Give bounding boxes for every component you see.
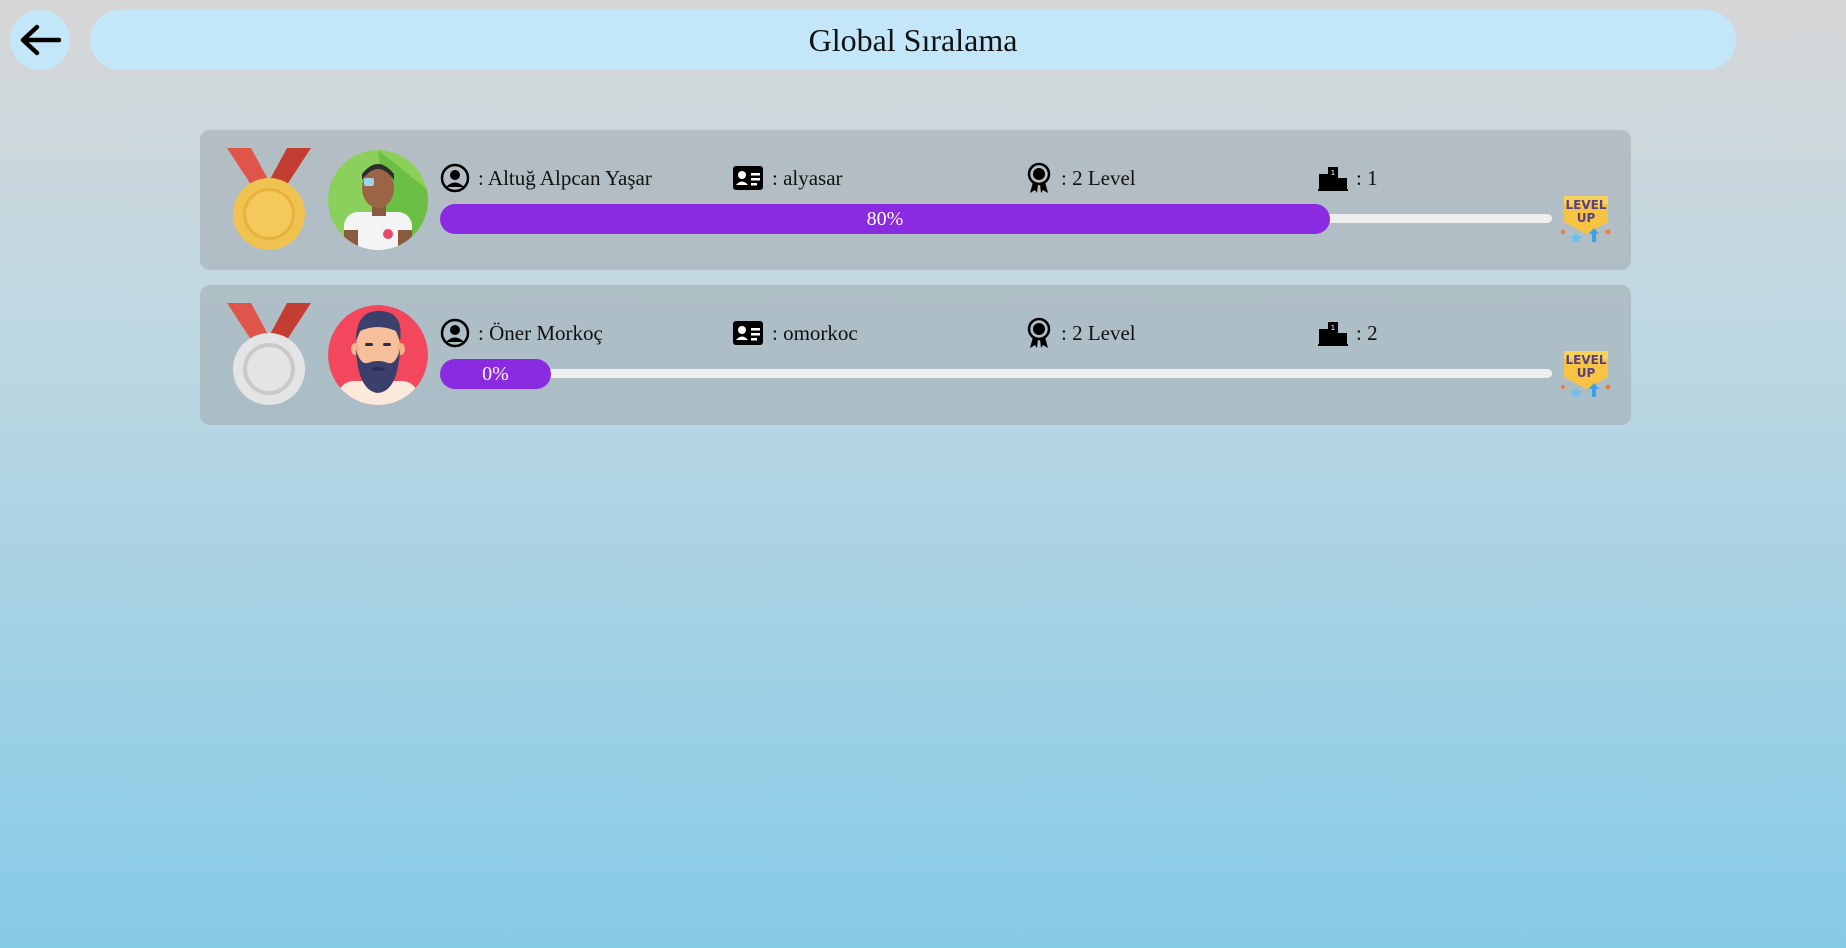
- player-rank-text: : 2: [1356, 320, 1378, 345]
- progress-label: 80%: [866, 207, 904, 230]
- award-ribbon-icon: [1027, 162, 1051, 193]
- id-card-icon: [733, 321, 763, 345]
- player-name-text: : Altuğ Alpcan Yaşar: [478, 165, 652, 190]
- player-username-text: : omorkoc: [772, 320, 858, 345]
- award-ribbon-icon: [1027, 317, 1051, 348]
- progress-label: 0%: [482, 362, 509, 385]
- player-name: : Altuğ Alpcan Yaşar: [440, 162, 652, 194]
- svg-text:LEVEL: LEVEL: [1566, 198, 1607, 212]
- player-username: : alyasar: [732, 162, 843, 194]
- player-level: : 2 Level: [1025, 317, 1136, 349]
- player-name-text: : Öner Morkoç: [478, 320, 603, 345]
- podium-icon: 1: [1318, 167, 1348, 191]
- player-rank: 1 : 2: [1318, 317, 1378, 349]
- player-level-text: : 2 Level: [1061, 320, 1136, 345]
- level-up-badge-icon: LEVEL UP: [1561, 351, 1611, 398]
- player-level: : 2 Level: [1025, 162, 1136, 194]
- silver-medal-icon: [227, 303, 311, 405]
- podium-icon: 1: [1318, 322, 1348, 346]
- svg-text:UP: UP: [1577, 211, 1596, 225]
- level-up-badge-icon: LEVEL UP: [1561, 196, 1611, 243]
- gold-medal-icon: [227, 148, 311, 250]
- progress-bar: 80%: [440, 204, 1330, 234]
- svg-text:1: 1: [1331, 324, 1335, 332]
- leaderboard-row[interactable]: : Altuğ Alpcan Yaşar : alyasar : 2 Level: [200, 130, 1631, 270]
- player-rank: 1 : 1: [1318, 162, 1378, 194]
- avatar-green-icon: [328, 150, 428, 250]
- back-button[interactable]: [10, 10, 70, 70]
- progress-bar: 0%: [440, 359, 551, 389]
- title-bar: Global Sıralama: [90, 10, 1736, 70]
- leaderboard-row[interactable]: : Öner Morkoç : omorkoc : 2 Level 1: 2 …: [200, 285, 1631, 425]
- user-circle-icon: [440, 318, 470, 348]
- svg-text:UP: UP: [1577, 366, 1596, 380]
- player-level-text: : 2 Level: [1061, 165, 1136, 190]
- id-card-icon: [733, 166, 763, 190]
- arrow-left-icon: [20, 24, 61, 56]
- player-name: : Öner Morkoç: [440, 317, 603, 349]
- svg-text:1: 1: [1331, 169, 1335, 177]
- player-rank-text: : 1: [1356, 165, 1378, 190]
- page-title: Global Sıralama: [808, 21, 1018, 58]
- player-username-text: : alyasar: [772, 165, 843, 190]
- svg-text:LEVEL: LEVEL: [1566, 353, 1607, 367]
- avatar-bearded-man-icon: [328, 305, 428, 405]
- user-circle-icon: [440, 163, 470, 193]
- progress-track: [440, 369, 1552, 378]
- player-username: : omorkoc: [732, 317, 858, 349]
